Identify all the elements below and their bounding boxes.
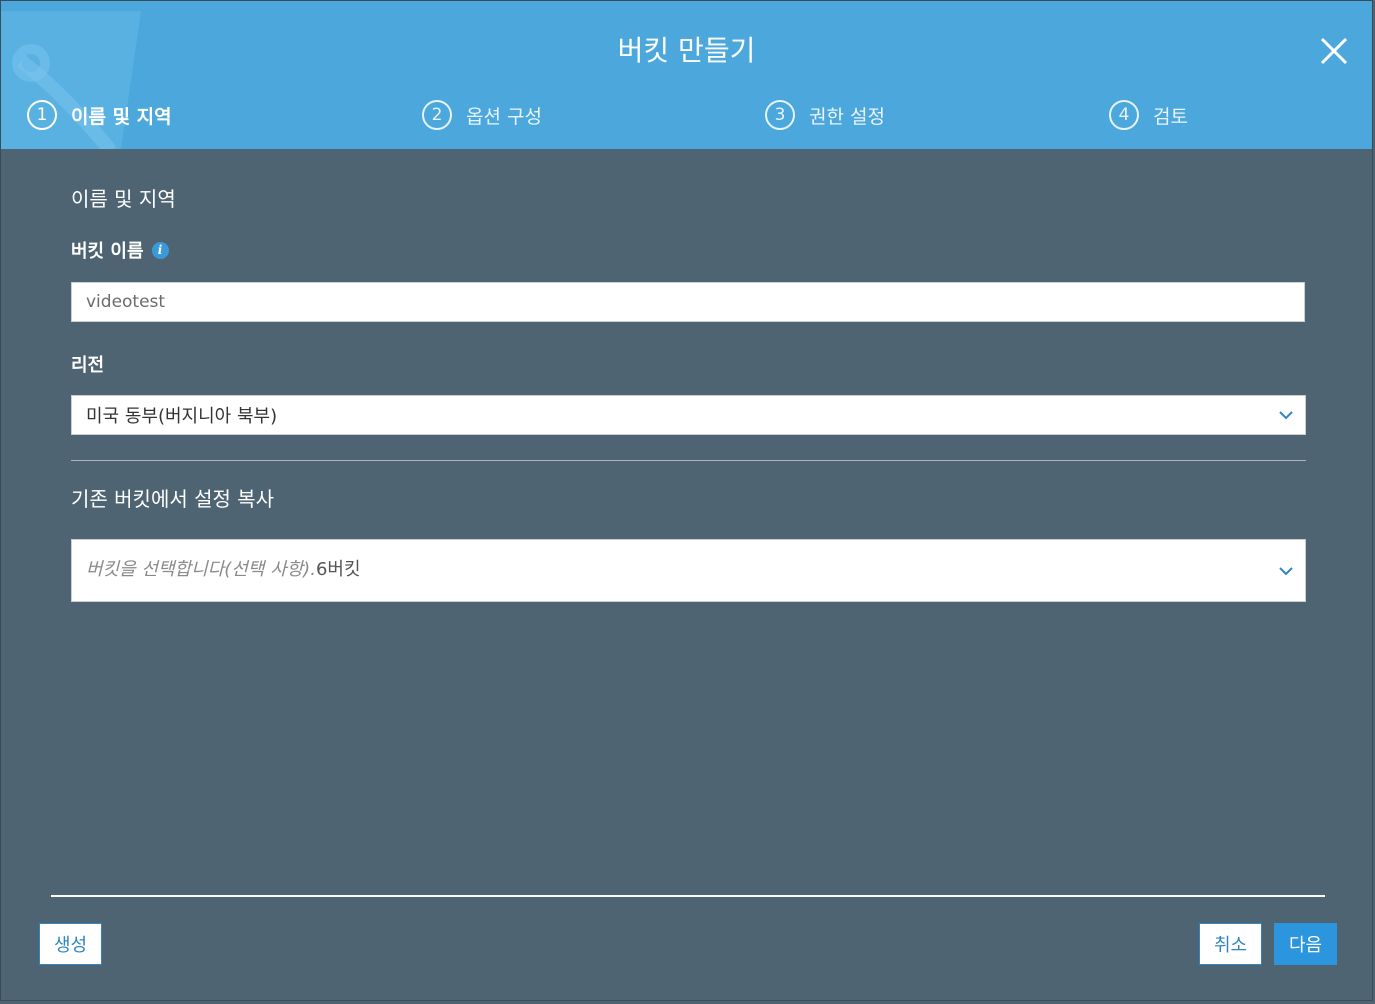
chevron-down-icon	[1279, 411, 1293, 420]
step-number: 4	[1109, 100, 1139, 130]
step-label: 이름 및 지역	[71, 105, 172, 128]
step-number: 1	[27, 100, 57, 130]
step-review[interactable]: 4 검토	[1109, 97, 1188, 133]
copy-bucket-select[interactable]: 버킷을 선택합니다(선택 사항).6버킷	[71, 539, 1306, 602]
step-number: 3	[765, 100, 795, 130]
bucket-name-label: 버킷 이름 i	[71, 237, 169, 263]
create-button[interactable]: 생성	[39, 923, 102, 965]
step-name-region[interactable]: 1 이름 및 지역	[27, 97, 172, 133]
next-button[interactable]: 다음	[1274, 923, 1337, 965]
region-select[interactable]: 미국 동부(버지니아 북부)	[71, 395, 1306, 435]
region-value: 미국 동부(버지니아 북부)	[86, 406, 278, 427]
bucket-count: 6버킷	[315, 558, 361, 580]
section-divider	[71, 460, 1306, 461]
create-bucket-modal: 버킷 만들기 1 이름 및 지역 2 옵션 구성 3 권한 설정 4 검토 이름…	[0, 0, 1373, 1001]
cancel-button[interactable]: 취소	[1199, 923, 1262, 965]
step-number: 2	[422, 100, 452, 130]
footer-divider	[51, 895, 1325, 897]
step-label: 검토	[1153, 105, 1188, 128]
region-label: 리전	[71, 351, 104, 377]
modal-header: 버킷 만들기 1 이름 및 지역 2 옵션 구성 3 권한 설정 4 검토	[1, 1, 1372, 149]
bucket-name-input[interactable]: videotest	[71, 282, 1305, 322]
step-set-permissions[interactable]: 3 권한 설정	[765, 97, 885, 133]
step-configure-options[interactable]: 2 옵션 구성	[422, 97, 542, 133]
chevron-down-icon	[1279, 566, 1293, 575]
step-label: 권한 설정	[809, 105, 885, 128]
wizard-steps: 1 이름 및 지역 2 옵션 구성 3 권한 설정 4 검토	[1, 97, 1372, 137]
modal-title: 버킷 만들기	[617, 34, 756, 67]
section-title: 이름 및 지역	[71, 187, 176, 211]
copy-bucket-placeholder: 버킷을 선택합니다(선택 사항).	[86, 558, 316, 580]
copy-settings-title: 기존 버킷에서 설정 복사	[71, 487, 275, 511]
bucket-name-value: videotest	[86, 292, 166, 312]
bucket-name-label-text: 버킷 이름	[71, 241, 144, 262]
close-icon[interactable]	[1318, 35, 1350, 67]
info-icon[interactable]: i	[151, 241, 169, 259]
region-label-text: 리전	[71, 355, 105, 376]
step-label: 옵션 구성	[466, 105, 542, 128]
